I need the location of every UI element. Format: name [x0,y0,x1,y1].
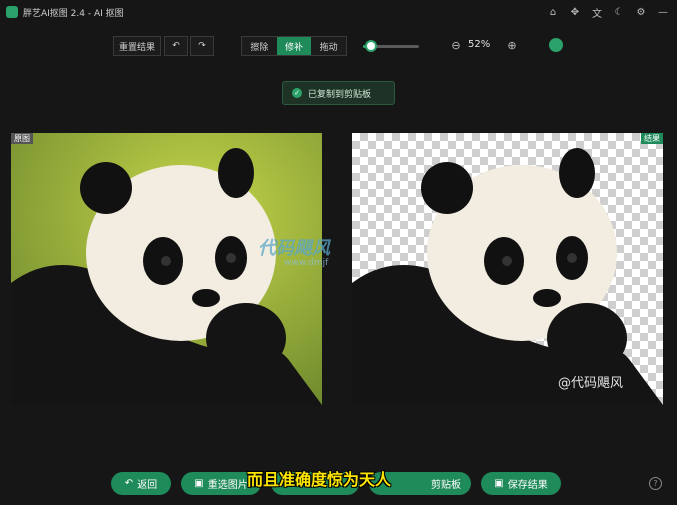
toast-text: 已复制到剪贴板 [308,89,372,100]
check-icon: ✓ [292,88,302,98]
help-icon[interactable]: ? [649,477,662,490]
panda-original-image [11,133,322,405]
minimize-icon[interactable]: — [655,4,671,20]
panda-result-image [352,148,663,405]
original-image-panel[interactable]: 原图 [11,133,322,405]
save-result-button[interactable]: ▣ 保存结果 [481,472,561,495]
home-icon[interactable]: ⌂ [545,4,561,20]
overlay-watermark-url: www.dmjf [284,258,329,268]
save-label: 保存结果 [507,480,548,491]
translate-icon[interactable]: 文 [589,4,605,20]
undo-icon[interactable]: ↶ [164,36,188,56]
window-controls: ⌂ ✥ 文 ☾ ⚙ — [545,4,671,20]
moon-icon[interactable]: ☾ [611,4,627,20]
video-subtitle: 而且准确度惊为天人 [247,470,392,489]
zoom-level: 52% [468,39,491,50]
result-image-panel[interactable]: 结果 @代码飓风 [352,133,663,405]
back-button[interactable]: ↶ 返回 [111,472,171,495]
compare-icon[interactable] [549,38,563,52]
image-icon: ▣ [194,478,204,489]
original-tag: 原图 [11,133,33,144]
toast-notification: ✓ 已复制到剪贴板 [282,81,395,105]
overlay-watermark: 代码飓风 [258,238,330,259]
mode-repair[interactable]: 修补 [276,37,312,55]
copy-label: 剪贴板 [431,480,461,491]
puzzle-icon[interactable]: ✥ [567,4,583,20]
settings-icon[interactable]: ⚙ [633,4,649,20]
back-label: 返回 [137,480,158,491]
mode-erase[interactable]: 擦除 [242,37,277,55]
title-bar: 胖艺AI抠图 2.4 - AI 抠图 ⌂ ✥ 文 ☾ ⚙ — [0,0,677,24]
zoom-out-icon[interactable]: ⊖ [449,38,463,52]
toolbar: 重置结果 ↶ ↷ 擦除 修补 拖动 ⊖ 52% ⊕ [0,36,677,58]
slider-knob[interactable] [365,40,378,52]
reset-button[interactable]: 重置结果 [113,36,161,56]
brush-size-slider[interactable] [363,40,419,52]
redo-icon[interactable]: ↷ [190,36,214,56]
zoom-in-icon[interactable]: ⊕ [505,38,519,52]
back-icon: ↶ [124,478,134,489]
app-logo [6,6,18,18]
app-title: 胖艺AI抠图 2.4 - AI 抠图 [23,8,124,19]
save-icon: ▣ [494,478,504,489]
result-watermark: @代码飓风 [557,376,623,391]
mode-selector: 擦除 修补 拖动 [241,36,347,56]
result-tag: 结果 [641,133,663,144]
reselect-label: 重选图片 [207,480,248,491]
mode-drag[interactable]: 拖动 [311,37,346,55]
